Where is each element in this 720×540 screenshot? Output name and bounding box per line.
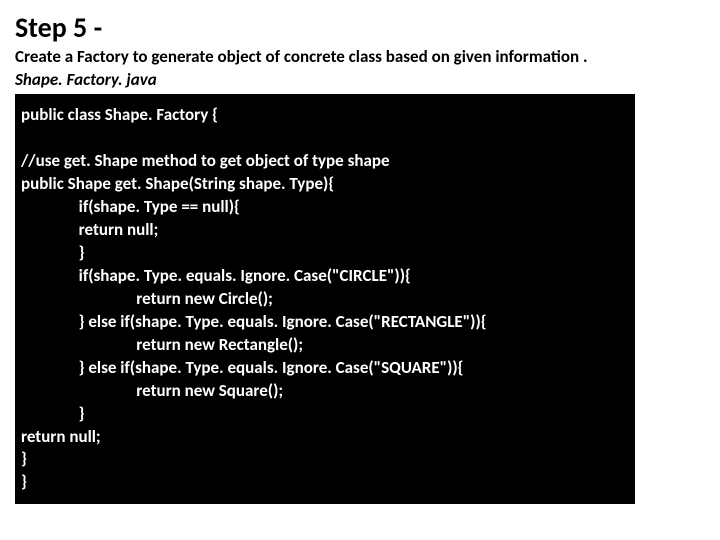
code-line: } [21,242,85,263]
code-block: public class Shape. Factory { //use get.… [15,94,635,504]
code-line: return null; [21,219,158,240]
code-line: } else if(shape. Type. equals. Ignore. C… [21,311,487,332]
step-title: Step 5 - [15,10,705,45]
code-line: } [21,448,27,469]
code-line: if(shape. Type == null){ [21,196,240,217]
code-line: return null; [21,426,101,447]
code-line: } [21,471,27,492]
filename-label: Shape. Factory. java [15,69,705,90]
code-line: //use get. Shape method to get object of… [21,150,390,171]
code-line: return new Square(); [21,380,283,401]
code-line: } [21,403,85,424]
code-line: return new Rectangle(); [21,334,303,355]
code-line: return new Circle(); [21,288,273,309]
step-description: Create a Factory to generate object of c… [15,47,705,67]
code-line: public Shape get. Shape(String shape. Ty… [21,173,334,194]
code-line: if(shape. Type. equals. Ignore. Case("CI… [21,265,411,286]
code-line: public class Shape. Factory { [21,104,218,125]
code-line: } else if(shape. Type. equals. Ignore. C… [21,357,464,378]
